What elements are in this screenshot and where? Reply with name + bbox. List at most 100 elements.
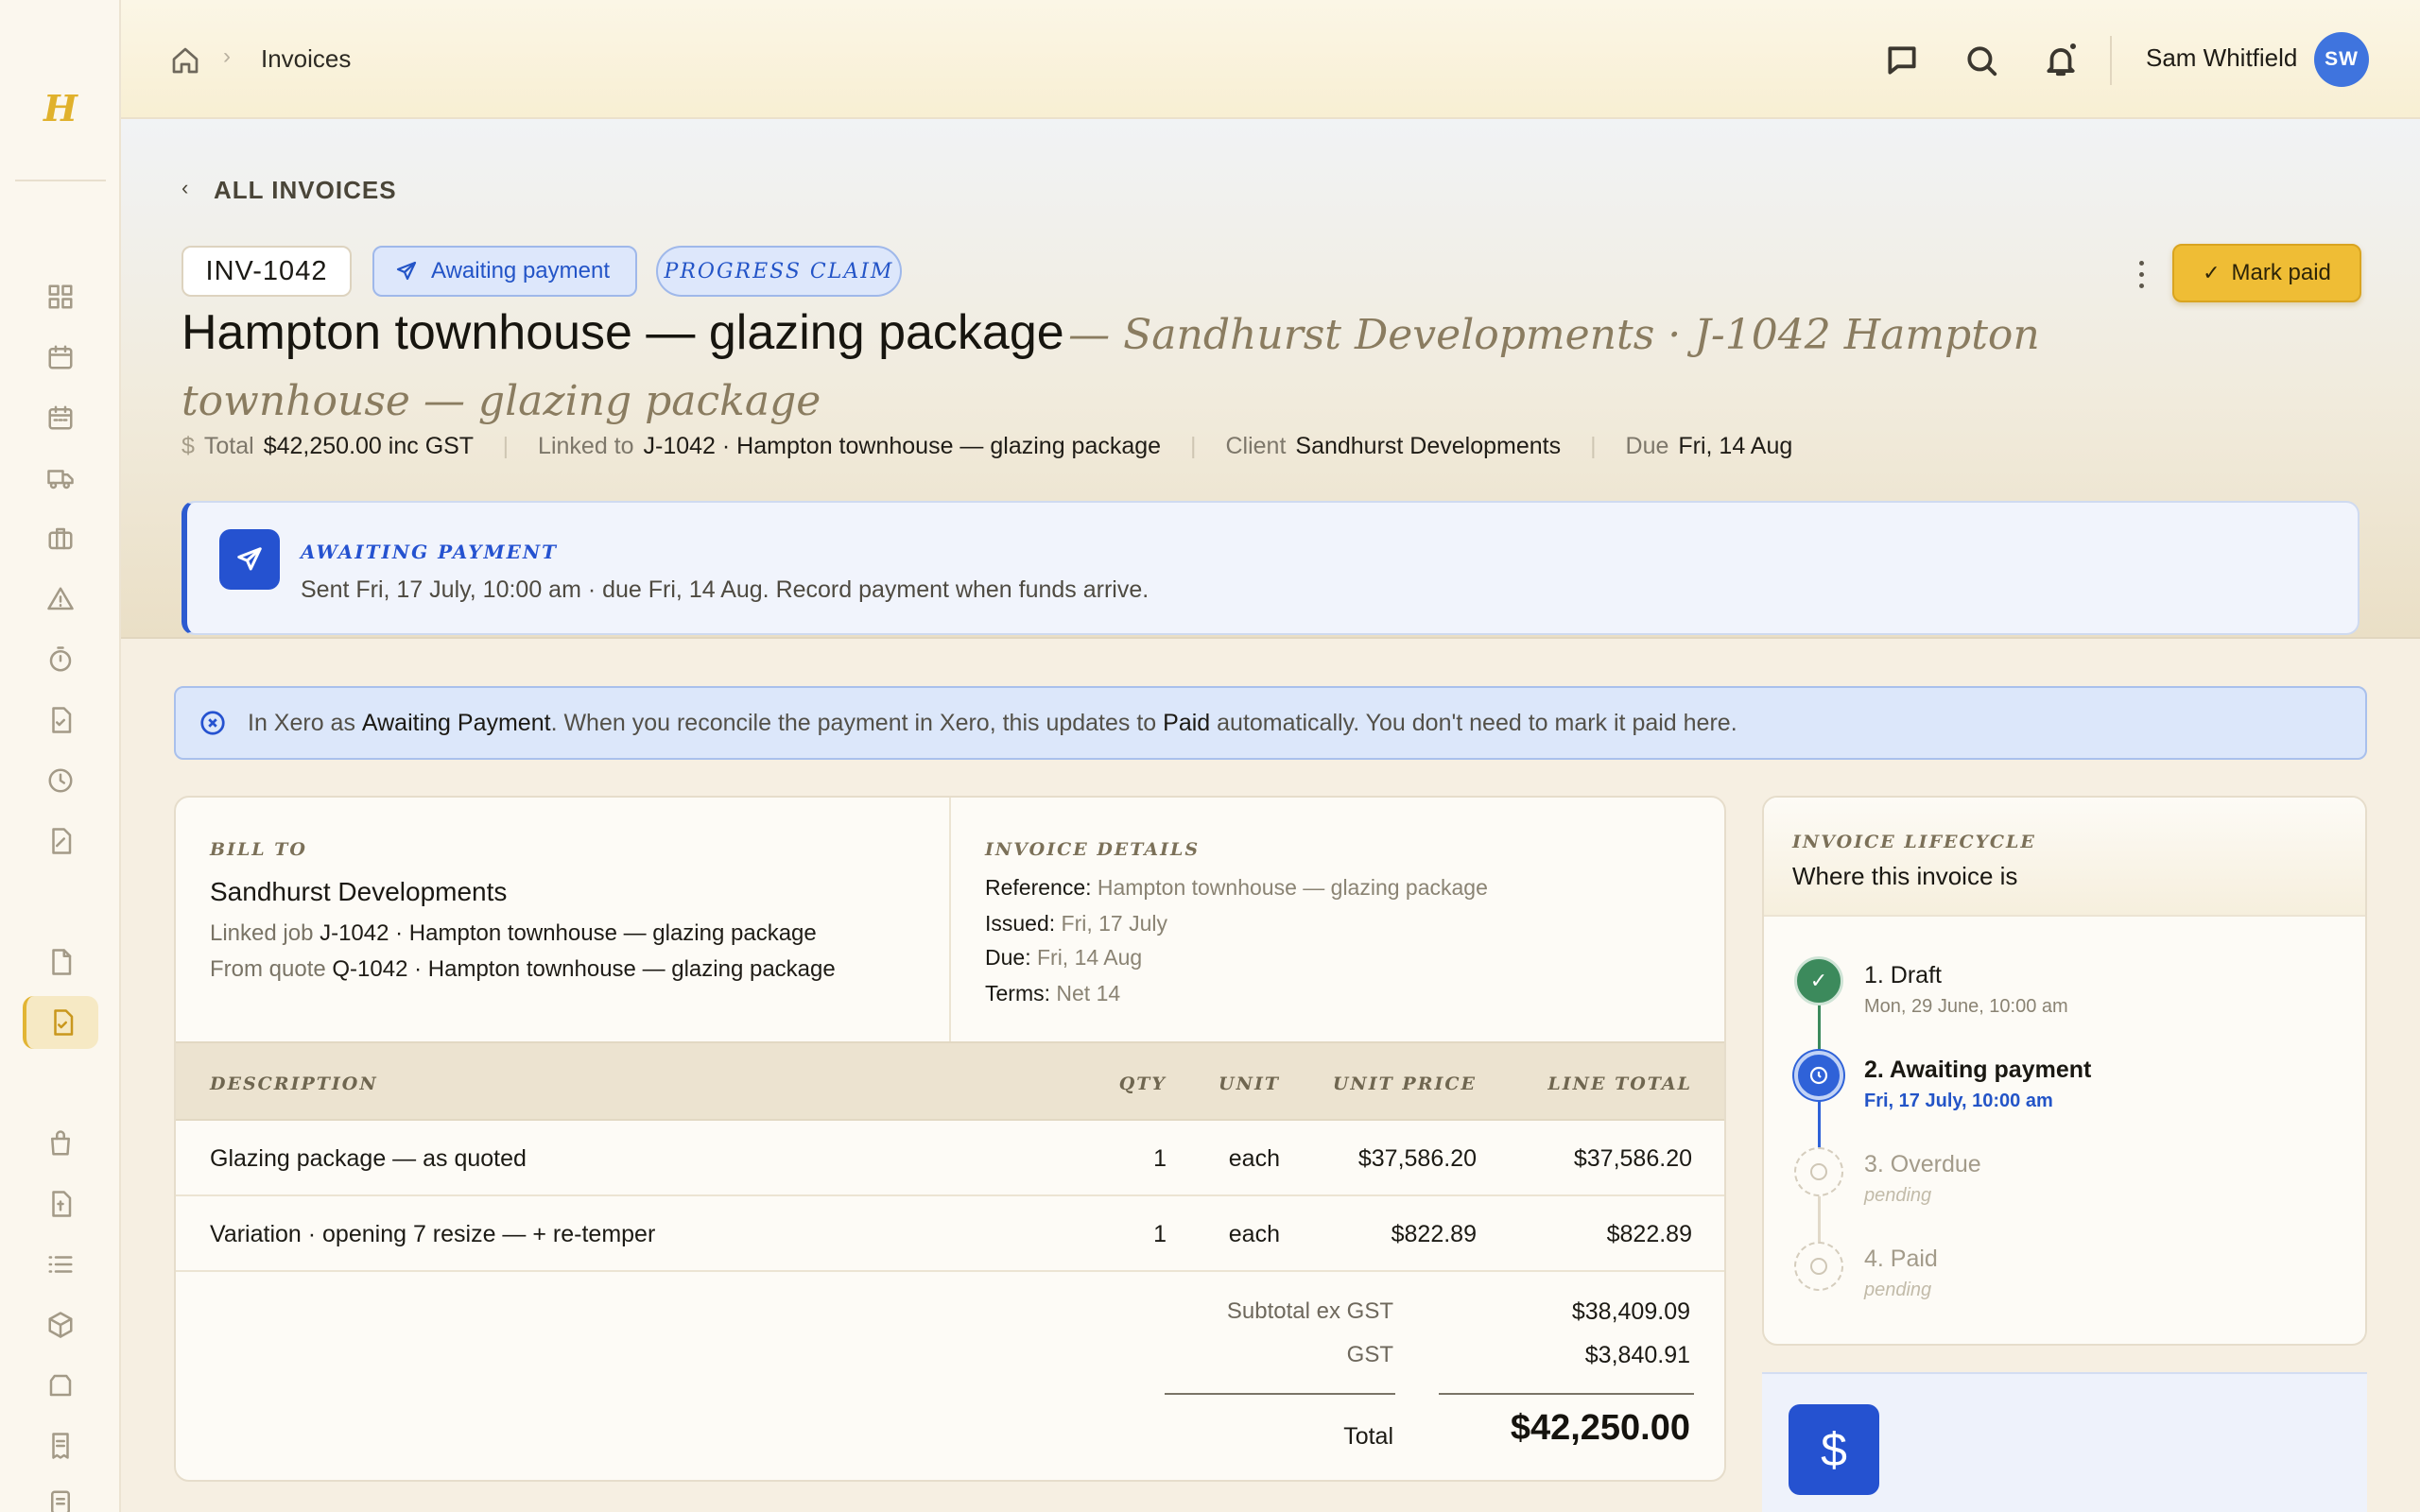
column-description: DESCRIPTION [210,1074,378,1094]
mark-paid-label: Mark paid [2231,260,2331,285]
breadcrumb-current[interactable]: Invoices [261,44,351,74]
linked-job-value[interactable]: J-1042 · Hampton townhouse — glazing pac… [320,920,817,946]
search-icon[interactable] [1961,40,2002,81]
avatar[interactable]: SW [2314,32,2369,87]
line-unit: each [1228,1221,1280,1247]
line-qty: 1 [1153,1221,1167,1247]
meta-client-value[interactable]: Sandhurst Developments [1295,433,1561,459]
meta-total-label: Total [203,433,254,459]
dollar-icon[interactable]: $ [1789,1404,1879,1495]
step-date: Mon, 29 June, 10:00 am [1864,996,2068,1017]
report-icon[interactable] [23,1476,98,1512]
meta-due-label: Due [1625,433,1669,459]
xero-text-1: In Xero as [248,709,362,736]
list-icon[interactable] [23,1238,98,1291]
invoice-number-chip: INV-1042 [182,246,352,297]
meta-separator: | [1190,433,1197,459]
status-banner-title: AWAITING PAYMENT [301,541,559,563]
bag-icon[interactable] [23,1117,98,1170]
meta-linked-label: Linked to [538,433,634,459]
truck-icon[interactable] [23,452,98,505]
send-icon [396,261,417,281]
bill-to-label: BILL TO [210,839,307,860]
warning-icon[interactable] [23,573,98,626]
grand-total-label: Total [1343,1423,1393,1450]
status-badge-label: Awaiting payment [431,258,610,284]
briefcase-icon[interactable] [23,512,98,565]
terms-row: Terms: Net 14 [985,981,1120,1006]
document-edit-icon[interactable] [23,815,98,868]
payment-card: $ [1762,1372,2367,1512]
linked-job-label: Linked job [210,920,314,946]
step-connector [1818,1002,1821,1055]
line-unit: each [1228,1145,1280,1172]
more-options-icon[interactable] [2127,257,2155,291]
document-dollar-icon[interactable] [23,1177,98,1230]
clock-icon[interactable] [23,754,98,807]
column-unit-price: UNIT PRICE [1332,1074,1477,1094]
line-items-header: DESCRIPTION QTY UNIT UNIT PRICE LINE TOT… [176,1041,1724,1121]
step-pending-icon [1794,1242,1843,1291]
back-link[interactable]: ALL INVOICES [183,176,397,205]
topbar: › Invoices Sam Whitfield SW [121,0,2420,119]
from-quote-label: From quote [210,956,326,982]
from-quote-line: From quote Q-1042 · Hampton townhouse — … [210,956,836,983]
user-name[interactable]: Sam Whitfield [2146,43,2297,73]
step-name: 4. Paid [1864,1246,1938,1272]
back-link-label: ALL INVOICES [214,176,397,204]
step-connector [1818,1193,1821,1246]
step-date: Fri, 17 July, 10:00 am [1864,1091,2053,1111]
table-row[interactable]: Variation · opening 7 resize — + re-temp… [176,1196,1724,1272]
step-status: pending [1864,1185,1932,1206]
terms-label: Terms: [985,981,1050,1005]
reference-row: Reference: Hampton townhouse — glazing p… [985,875,1488,901]
bill-to-name: Sandhurst Developments [210,877,508,906]
table-row[interactable]: Glazing package — as quoted 1 each $37,5… [176,1121,1724,1196]
box-icon[interactable] [23,1298,98,1351]
meta-linked-value[interactable]: J-1042 · Hampton townhouse — glazing pac… [644,433,1162,459]
meta-total-value: $42,250.00 inc GST [263,433,474,459]
due-row: Due: Fri, 14 Aug [985,945,1142,971]
subtotal-value: $38,409.09 [1571,1298,1690,1325]
schedule-icon[interactable] [23,391,98,444]
subtotal-label: Subtotal ex GST [1226,1298,1393,1324]
issued-label: Issued: [985,911,1056,936]
mark-paid-button[interactable]: ✓ Mark paid [2172,244,2361,302]
document-check-icon[interactable] [23,694,98,747]
status-banner: AWAITING PAYMENT Sent Fri, 17 July, 10:0… [182,501,2360,635]
archive-icon[interactable] [23,1359,98,1412]
document-icon[interactable] [23,936,98,988]
line-unit-price: $822.89 [1391,1221,1477,1247]
topbar-divider [2110,36,2112,85]
messages-icon[interactable] [1881,40,1923,81]
lifecycle-header: INVOICE LIFECYCLE Where this invoice is [1764,798,2365,917]
app-logo[interactable]: H [0,87,121,129]
xero-text-2: . When you reconcile the payment in Xero… [550,709,1164,736]
calendar-icon[interactable] [23,331,98,384]
column-line-total: LINE TOTAL [1547,1074,1692,1094]
step-current-clock-icon [1794,1051,1843,1100]
sidebar-divider [15,180,106,181]
meta-due-value: Fri, 14 Aug [1678,433,1793,459]
xero-notice: In Xero as Awaiting Payment. When you re… [174,686,2367,760]
xero-text-3: automatically. You don't need to mark it… [1210,709,1737,736]
stopwatch-icon[interactable] [23,633,98,686]
receipt-icon[interactable] [23,1419,98,1472]
line-total: $822.89 [1606,1221,1692,1247]
dashboard-icon[interactable] [23,270,98,323]
invoice-title: Hampton townhouse — glazing package [182,305,1064,360]
invoice-card: BILL TO Sandhurst Developments Linked jo… [174,796,1726,1482]
totals-divider [1439,1393,1694,1395]
step-status: pending [1864,1280,1932,1300]
due-value: Fri, 14 Aug [1036,945,1143,970]
reference-label: Reference: [985,875,1092,900]
bell-icon[interactable] [2040,40,2082,81]
send-icon [219,529,280,590]
invoice-details-label: INVOICE DETAILS [985,839,1201,860]
home-icon[interactable] [170,45,200,76]
step-done-check-icon: ✓ [1794,956,1843,1005]
status-badge: Awaiting payment [372,246,637,297]
invoice-icon[interactable] [23,996,98,1049]
line-total: $37,586.20 [1573,1145,1692,1172]
from-quote-value[interactable]: Q-1042 · Hampton townhouse — glazing pac… [332,956,835,982]
